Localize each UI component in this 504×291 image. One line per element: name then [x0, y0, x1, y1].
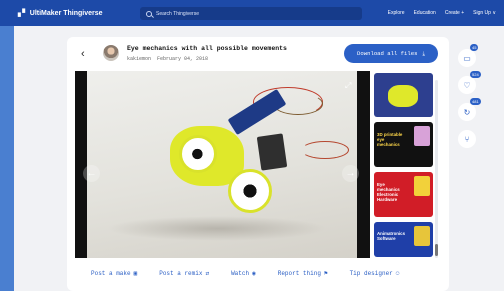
report-thing-button[interactable]: Report thing ⚑ [278, 270, 328, 277]
main-photo[interactable] [87, 71, 357, 258]
arrow-left-icon: ← [86, 168, 97, 179]
like-button[interactable]: ♡ 524 [458, 71, 481, 94]
post-a-make-button[interactable]: Post a make ▣ [91, 270, 137, 277]
photo-wire [301, 141, 349, 159]
action-label: Watch [231, 270, 250, 277]
arrow-right-icon: → [345, 168, 356, 179]
side-action-share: ⑂ [458, 130, 476, 148]
remixes-button[interactable]: ↻ 481 [458, 98, 481, 121]
thing-title: Eye mechanics with all possible movement… [127, 45, 287, 52]
action-label: Report thing [277, 270, 321, 277]
next-image-button[interactable]: → [342, 165, 359, 182]
image-icon: ▣ [133, 270, 138, 277]
author-avatar[interactable] [103, 45, 119, 61]
thumbnail-scrollbar-thumb[interactable] [435, 244, 438, 256]
back-arrow-icon[interactable]: ‹ [81, 48, 85, 60]
expand-icon[interactable]: ⤢ [345, 81, 351, 91]
thumbnail-caption: 3D printable eye mechanics [377, 132, 403, 147]
ultimaker-logo-icon: ▖▘ [18, 10, 28, 17]
eye-icon: ◉ [252, 270, 256, 277]
side-action-likes: ♡ 524 [458, 71, 481, 94]
remix-icon: ↻ [463, 107, 471, 117]
thing-meta: kakiemon February 04, 2018 [127, 56, 208, 62]
previous-image-button[interactable]: ← [83, 165, 100, 182]
heart-icon: ♡ [463, 80, 471, 90]
watch-button[interactable]: Watch ◉ [231, 270, 256, 277]
publish-date: February 04, 2018 [157, 56, 209, 62]
photo-shadow [107, 216, 327, 241]
download-label: Download all files [357, 50, 418, 57]
photo-eye [179, 135, 217, 173]
tip-designer-button[interactable]: Tip designer ☺ [350, 270, 400, 277]
nav-explore[interactable]: Explore [388, 10, 405, 16]
download-all-files-button[interactable]: Download all files ⤓ [344, 44, 438, 63]
download-icon: ⤓ [422, 49, 425, 57]
nav-sign-up[interactable]: Sign Up ∨ [473, 10, 496, 16]
thumbnail[interactable]: Eye mechanics Electronic Hardware [374, 172, 433, 217]
share-icon: ⑂ [464, 134, 470, 144]
photo-eye [228, 169, 272, 213]
likes-count: 524 [470, 71, 481, 78]
post-a-remix-button[interactable]: Post a remix ⇄ [159, 270, 209, 277]
thing-actions: Post a make ▣ Post a remix ⇄ Watch ◉ Report… [91, 270, 399, 277]
nav-education[interactable]: Education [414, 10, 436, 16]
side-action-comments: ▭ 45 [458, 44, 479, 67]
thumbnail-image [414, 226, 430, 246]
thumbnail-image [414, 176, 430, 196]
smile-icon: ☺ [395, 270, 400, 277]
thumbnail[interactable]: Animatronics Software [374, 222, 433, 257]
thumbnail[interactable]: 3D printable eye mechanics [374, 122, 433, 167]
comments-button[interactable]: ▭ 45 [458, 44, 479, 67]
search-input[interactable] [156, 10, 336, 17]
nav-create[interactable]: Create + [445, 10, 464, 16]
search-box[interactable] [140, 7, 362, 20]
comment-icon: ▭ [463, 53, 471, 63]
brand-name: UltiMaker Thingiverse [29, 9, 103, 17]
search-icon [146, 10, 152, 17]
remix-icon: ⇄ [205, 270, 210, 277]
action-label: Post a remix [159, 270, 203, 277]
thumbnail-scrollbar-track[interactable] [435, 80, 438, 258]
author-name[interactable]: kakiemon [127, 56, 151, 62]
thumbnail-image [388, 85, 418, 107]
action-label: Post a make [91, 270, 131, 277]
thumbnail-caption: Eye mechanics Electronic Hardware [377, 182, 400, 202]
thumbnail-image [414, 126, 430, 146]
thumbnail[interactable] [374, 73, 433, 117]
left-margin [0, 26, 14, 291]
share-button[interactable]: ⑂ [458, 130, 476, 148]
thumbnail-strip: 3D printable eye mechanics Eye mechanics… [372, 71, 434, 258]
flag-icon: ⚑ [323, 270, 328, 277]
thumbnail-caption: Animatronics Software [377, 231, 406, 241]
top-navigation-bar: ▖▘ UltiMaker Thingiverse Explore Educati… [0, 0, 504, 26]
main-nav: Explore Education Create + Sign Up ∨ [388, 10, 496, 16]
side-action-remixes: ↻ 481 [458, 98, 481, 121]
photo-servo [256, 133, 288, 171]
thingiverse-logo[interactable]: ▖▘ UltiMaker Thingiverse [18, 9, 103, 18]
remixes-count: 481 [470, 98, 481, 105]
action-label: Tip designer [349, 270, 393, 277]
